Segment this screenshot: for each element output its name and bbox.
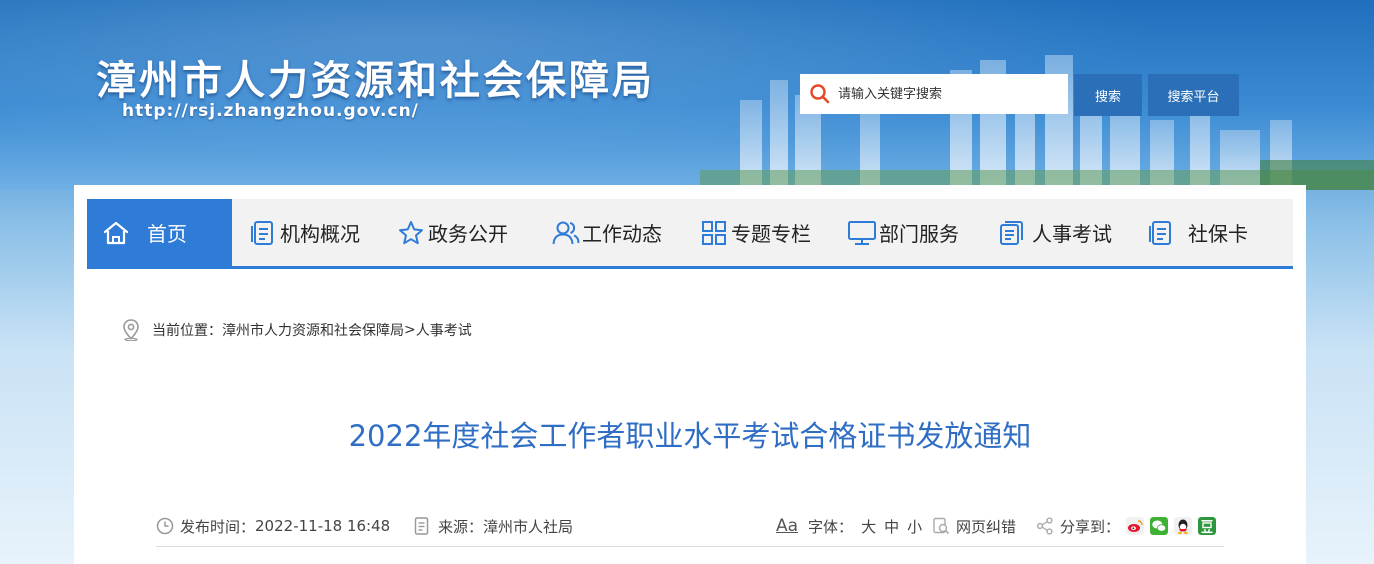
source-label: 来源： xyxy=(438,517,484,536)
article-title: 2022年度社会工作者职业水平考试合格证书发放通知 xyxy=(348,419,1032,453)
nav-label-social-card: 社保卡 xyxy=(1188,222,1248,246)
nav-label-news: 工作动态 xyxy=(582,222,662,246)
content-card: 首页 机构概况 政务公开 工作动态 专题专栏 部门服务 人事考试 社保卡 当前位… xyxy=(74,185,1306,564)
weibo-icon[interactable] xyxy=(1126,517,1145,535)
grid-icon xyxy=(702,220,726,245)
source-doc-icon xyxy=(414,517,429,535)
report-error-link[interactable]: 网页纠错 xyxy=(956,516,1016,537)
star-icon xyxy=(399,220,423,244)
nav-label-services: 部门服务 xyxy=(879,222,959,246)
nav-item-about[interactable]: 机构概况 xyxy=(232,199,384,266)
nav-label-home: 首页 xyxy=(147,222,187,246)
breadcrumb: 当前位置： 漳州市人力资源和社会保障局 > 人事考试 xyxy=(122,319,472,341)
nav-item-topics[interactable]: 专题专栏 xyxy=(687,199,833,266)
clipboard-icon xyxy=(1000,220,1023,245)
nav-label-topics: 专题专栏 xyxy=(731,222,811,246)
breadcrumb-separator: > xyxy=(404,322,416,338)
share-label: 分享到： xyxy=(1060,517,1121,536)
qq-icon[interactable] xyxy=(1174,517,1193,535)
users-icon xyxy=(552,221,580,244)
publish-time: 2022-11-18 16:48 xyxy=(255,517,391,535)
font-label: 字体： xyxy=(808,517,854,536)
header-banner: 漳州市人力资源和社会保障局 http://rsj.zhangzhou.gov.c… xyxy=(0,0,1374,190)
nav-item-exams[interactable]: 人事考试 xyxy=(984,199,1134,266)
nav-item-home[interactable]: 首页 xyxy=(87,199,232,266)
main-nav: 首页 机构概况 政务公开 工作动态 专题专栏 部门服务 人事考试 社保卡 xyxy=(87,199,1293,269)
douban-icon[interactable] xyxy=(1198,517,1217,535)
wechat-icon[interactable] xyxy=(1150,517,1169,535)
breadcrumb-current-link[interactable]: 人事考试 xyxy=(416,320,472,340)
home-icon xyxy=(103,221,129,244)
document-icon xyxy=(251,220,273,245)
nav-label-exams: 人事考试 xyxy=(1032,222,1112,246)
site-url: http://rsj.zhangzhou.gov.cn/ xyxy=(122,101,419,121)
nav-label-gov-info: 政务公开 xyxy=(428,222,508,246)
clock-icon xyxy=(156,517,174,535)
search-button[interactable]: 搜索 xyxy=(1074,74,1142,116)
source-value: 漳州市人社局 xyxy=(483,517,574,536)
city-skyline-image xyxy=(700,55,1374,190)
monitor-icon xyxy=(848,220,876,245)
report-error-icon xyxy=(933,517,950,535)
search-icon xyxy=(810,84,830,104)
document-icon xyxy=(1149,220,1171,245)
font-small-button[interactable]: 小 xyxy=(907,516,922,537)
nav-label-about: 机构概况 xyxy=(280,222,360,246)
font-medium-button[interactable]: 中 xyxy=(884,516,899,537)
location-pin-icon xyxy=(123,319,139,341)
nav-item-social-card[interactable]: 社保卡 xyxy=(1134,199,1284,266)
font-size-icon: Aa xyxy=(776,516,799,536)
breadcrumb-home-link[interactable]: 漳州市人力资源和社会保障局 xyxy=(222,320,404,340)
search-box xyxy=(800,74,1068,114)
search-input[interactable] xyxy=(836,85,1060,103)
breadcrumb-prefix: 当前位置： xyxy=(152,323,222,339)
font-large-button[interactable]: 大 xyxy=(861,516,876,537)
share-icon xyxy=(1036,517,1053,535)
article-meta: 发布时间： 2022-11-18 16:48 来源： 漳州市人社局 Aa 字体：… xyxy=(156,514,1224,547)
nav-item-services[interactable]: 部门服务 xyxy=(833,199,984,266)
publish-label: 发布时间： xyxy=(180,517,256,536)
nav-item-gov-info[interactable]: 政务公开 xyxy=(384,199,536,266)
search-platform-button[interactable]: 搜索平台 xyxy=(1148,74,1239,116)
site-title: 漳州市人力资源和社会保障局 xyxy=(96,58,655,104)
nav-item-news[interactable]: 工作动态 xyxy=(536,199,687,266)
